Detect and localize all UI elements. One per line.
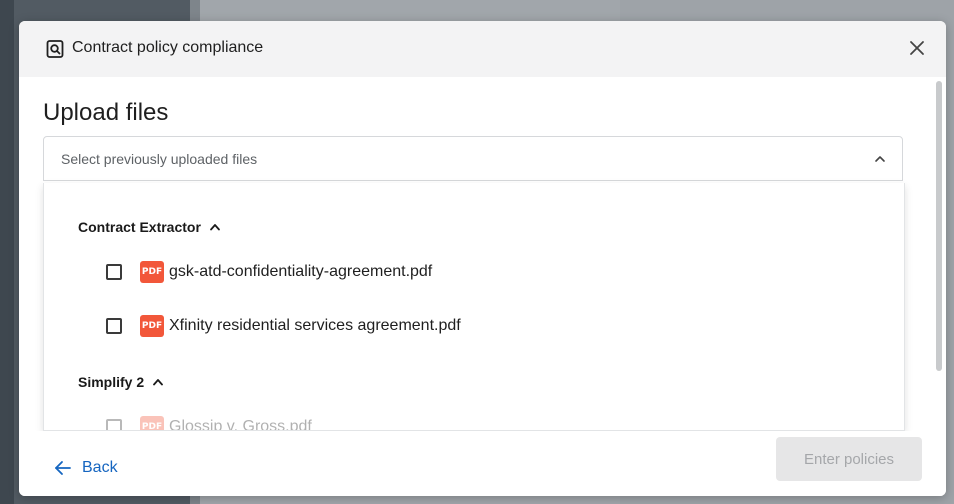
file-checkbox[interactable]	[106, 318, 122, 334]
file-name: gsk-atd-confidentiality-agreement.pdf	[169, 263, 433, 280]
file-option[interactable]: PDF gsk-atd-confidentiality-agreement.pd…	[106, 260, 432, 284]
section-title: Upload files	[43, 99, 169, 126]
back-label: Back	[82, 459, 118, 476]
file-options-list: Contract Extractor PDF gsk-atd-confident…	[43, 183, 905, 431]
modal-title: Contract policy compliance	[72, 39, 264, 56]
file-option[interactable]: PDF Glossip v. Gross.pdf	[106, 415, 312, 431]
file-checkbox[interactable]	[106, 264, 122, 280]
close-icon[interactable]	[906, 37, 928, 59]
pdf-icon: PDF	[140, 416, 164, 430]
chevron-up-icon	[210, 224, 220, 231]
upload-files-modal: Contract policy compliance Upload files …	[19, 21, 946, 496]
chevron-up-icon	[875, 156, 885, 162]
modal-footer: Back Enter policies	[19, 431, 946, 496]
group-header-simplify-2[interactable]: Simplify 2	[78, 374, 164, 390]
file-option[interactable]: PDF Xfinity residential services agreeme…	[106, 314, 461, 338]
group-label: Simplify 2	[78, 374, 145, 390]
file-checkbox[interactable]	[106, 419, 122, 430]
file-name: Xfinity residential services agreement.p…	[169, 317, 461, 334]
back-button[interactable]: Back	[54, 459, 118, 477]
pdf-icon: PDF	[140, 315, 164, 337]
arrow-left-icon	[55, 461, 71, 475]
document-search-icon	[46, 40, 64, 58]
group-label: Contract Extractor	[78, 219, 201, 235]
enter-policies-button[interactable]: Enter policies	[776, 437, 922, 481]
modal-scrollbar[interactable]	[936, 81, 942, 371]
modal-header: Contract policy compliance	[19, 21, 946, 77]
file-name: Glossip v. Gross.pdf	[169, 418, 312, 431]
select-placeholder: Select previously uploaded files	[61, 151, 258, 167]
group-header-contract-extractor[interactable]: Contract Extractor	[78, 219, 221, 235]
pdf-icon: PDF	[140, 261, 164, 283]
background-rail	[0, 0, 14, 504]
file-select-dropdown[interactable]: Select previously uploaded files	[43, 136, 903, 181]
chevron-up-icon	[153, 379, 164, 386]
